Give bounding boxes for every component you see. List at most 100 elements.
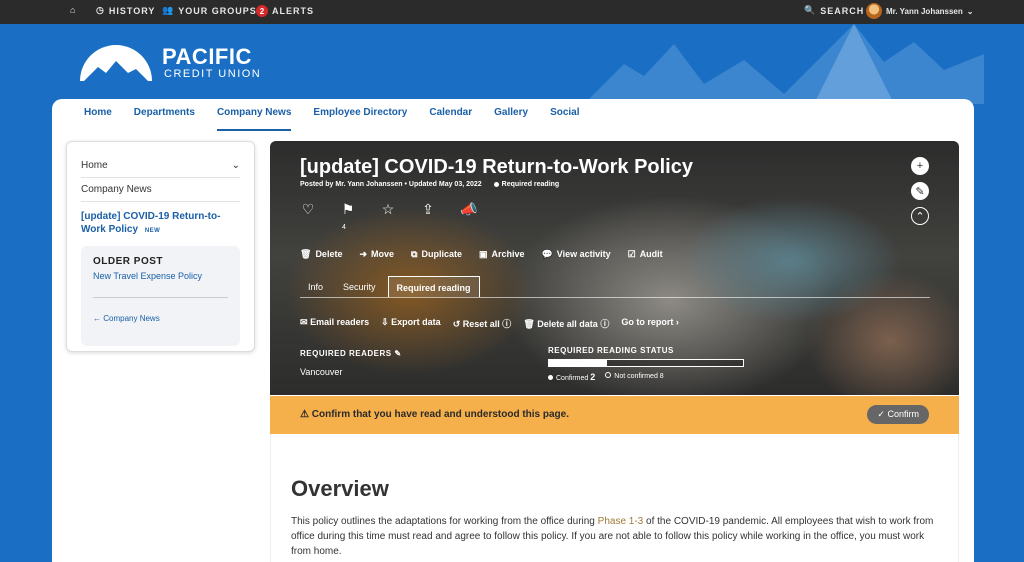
pencil-icon[interactable]: ✎ — [394, 349, 401, 358]
tab-info[interactable]: Info — [300, 276, 331, 297]
reading-progress-fill — [549, 360, 608, 366]
not-confirmed-legend: Not confirmed 8 — [605, 372, 664, 382]
sidebar-item-current-post[interactable]: [update] COVID-19 Return-to-Work Policy … — [81, 202, 240, 238]
reset-all-button[interactable]: ↺ Reset all ⓘ — [453, 317, 512, 330]
required-dot-icon — [493, 181, 499, 187]
tab-security[interactable]: Security — [335, 276, 384, 297]
warning-icon: ⚠ — [300, 409, 309, 420]
older-post-link[interactable]: New Travel Expense Policy — [93, 271, 228, 298]
go-to-report-link[interactable]: Go to report › — [621, 317, 679, 330]
move-icon: ➜ — [359, 249, 367, 259]
groups-icon: 👥 — [162, 5, 175, 15]
confirmed-dot-icon — [548, 375, 553, 380]
nav-company-news[interactable]: Company News — [216, 107, 292, 131]
sidebar-item-company-news[interactable]: Company News — [81, 178, 240, 202]
chevron-down-icon[interactable]: ⌄ — [232, 160, 240, 171]
older-post-heading: OLDER POST — [93, 256, 164, 267]
overview-heading: Overview — [291, 476, 389, 501]
right-tools: + ✎ ⌃ — [911, 157, 929, 225]
confirm-message: ⚠ Confirm that you have read and underst… — [300, 409, 570, 420]
mountains-decoration — [584, 24, 984, 104]
confirm-button[interactable]: ✓ Confirm — [867, 405, 929, 424]
heart-icon[interactable]: ♡ — [300, 201, 316, 218]
delete-all-data-button[interactable]: 🗑 Delete all data ⓘ — [523, 317, 609, 330]
help-icon: ⓘ — [502, 319, 512, 329]
older-post-box: OLDER POST New Travel Expense Policy ← C… — [81, 246, 240, 346]
check-box-icon: ☑ — [627, 249, 636, 259]
pencil-icon[interactable]: ✎ — [911, 182, 929, 200]
confirmed-legend: Confirmed 2 — [548, 372, 595, 382]
nav-social[interactable]: Social — [550, 107, 579, 131]
nav-departments[interactable]: Departments — [134, 107, 195, 131]
logo-title: PACIFIC — [162, 44, 252, 69]
article-actions: 🗑 Delete ➜ Move ⧉ Duplicate ▣ Archive 💬 View … — [300, 249, 663, 260]
help-icon: ⓘ — [600, 319, 610, 329]
required-readers-label: REQUIRED READERS ✎ — [300, 349, 402, 358]
search-link[interactable]: 🔍 SEARCH — [804, 5, 864, 16]
overview-paragraph: This policy outlines the adaptations for… — [291, 516, 934, 557]
article-icons: ♡ ⚑ ☆ ⇪ 📣 — [300, 201, 478, 218]
export-icon: ⇩ — [381, 317, 389, 327]
chevron-down-icon: ⌄ — [966, 6, 974, 16]
page-title: [update] COVID-19 Return-to-Work Policy — [300, 156, 693, 178]
top-bar: ⌂ ◷ HISTORY 👥 YOUR GROUPS 2 ALERTS 🔍 SEA… — [0, 0, 1024, 24]
nav-gallery[interactable]: Gallery — [494, 107, 528, 131]
check-icon: ✓ — [877, 409, 885, 419]
sidebar: Home ⌄ Company News [update] COVID-19 Re… — [66, 141, 255, 352]
confirm-banner: ⚠ Confirm that you have read and underst… — [270, 396, 959, 434]
article-tabs: Info Security Required reading — [300, 276, 930, 298]
back-to-company-news-link[interactable]: ← Company News — [93, 314, 228, 323]
not-confirmed-dot-icon — [605, 372, 612, 378]
tab-required-reading[interactable]: Required reading — [387, 276, 480, 297]
required-readers-value: Vancouver — [300, 367, 343, 377]
chat-icon: 💬 — [541, 249, 553, 259]
phase-link[interactable]: Phase 1-3 — [598, 516, 644, 527]
required-reading-actions: ✉ Email readers ⇩ Export data ↺ Reset al… — [300, 317, 679, 330]
mail-icon: ✉ — [300, 317, 308, 327]
megaphone-icon[interactable]: 📣 — [460, 201, 477, 218]
arrow-left-icon: ← — [93, 314, 101, 323]
your-groups-link[interactable]: 👥 YOUR GROUPS — [162, 5, 257, 16]
flag-icon[interactable]: ⚑ — [340, 201, 356, 218]
search-icon: 🔍 — [804, 5, 817, 15]
audit-button[interactable]: ☑ Audit — [628, 249, 663, 260]
user-menu[interactable]: Mr. Yann Johanssen ⌄ — [866, 3, 973, 19]
alerts-link[interactable]: 2 ALERTS — [256, 5, 314, 17]
chevron-up-icon[interactable]: ⌃ — [911, 207, 929, 225]
site-header: PACIFIC CREDIT UNION — [0, 24, 1024, 104]
home-icon[interactable]: ⌂ — [70, 5, 76, 15]
plus-icon[interactable]: + — [911, 157, 929, 175]
nav-employee-directory[interactable]: Employee Directory — [313, 107, 407, 131]
duplicate-button[interactable]: ⧉ Duplicate — [411, 249, 462, 260]
trash-icon: 🗑 — [523, 319, 535, 329]
article-content: Overview This policy outlines the adapta… — [270, 434, 959, 562]
alerts-count-badge: 2 — [256, 5, 268, 17]
article-meta: Posted by Mr. Yann Johanssen • Updated M… — [300, 181, 560, 188]
sidebar-item-home[interactable]: Home ⌄ — [81, 154, 240, 178]
trash-icon: 🗑 — [300, 249, 312, 259]
export-data-button[interactable]: ⇩ Export data — [381, 317, 441, 330]
reset-icon: ↺ — [452, 319, 461, 329]
email-readers-button[interactable]: ✉ Email readers — [300, 317, 369, 330]
flag-count: 4 — [342, 224, 346, 231]
reading-progress-bar — [548, 359, 744, 367]
delete-button[interactable]: 🗑 Delete — [300, 249, 342, 260]
history-link[interactable]: ◷ HISTORY — [96, 5, 155, 16]
reading-status-label: REQUIRED READING STATUS — [548, 346, 674, 355]
archive-icon: ▣ — [478, 249, 488, 259]
avatar — [866, 3, 882, 19]
star-icon[interactable]: ☆ — [380, 201, 396, 218]
chevron-right-icon: › — [675, 317, 679, 327]
clock-icon: ◷ — [96, 5, 105, 15]
article-hero: [update] COVID-19 Return-to-Work Policy … — [270, 141, 959, 395]
share-icon[interactable]: ⇪ — [420, 201, 436, 218]
reading-status-legend: Confirmed 2 Not confirmed 8 — [548, 372, 664, 382]
archive-button[interactable]: ▣ Archive — [479, 249, 525, 260]
logo-mountain-icon[interactable] — [80, 43, 152, 81]
nav-calendar[interactable]: Calendar — [429, 107, 472, 131]
new-badge: NEW — [144, 228, 161, 234]
copy-icon: ⧉ — [411, 249, 418, 259]
nav-home[interactable]: Home — [84, 107, 112, 131]
view-activity-button[interactable]: 💬 View activity — [542, 249, 611, 260]
move-button[interactable]: ➜ Move — [359, 249, 394, 260]
